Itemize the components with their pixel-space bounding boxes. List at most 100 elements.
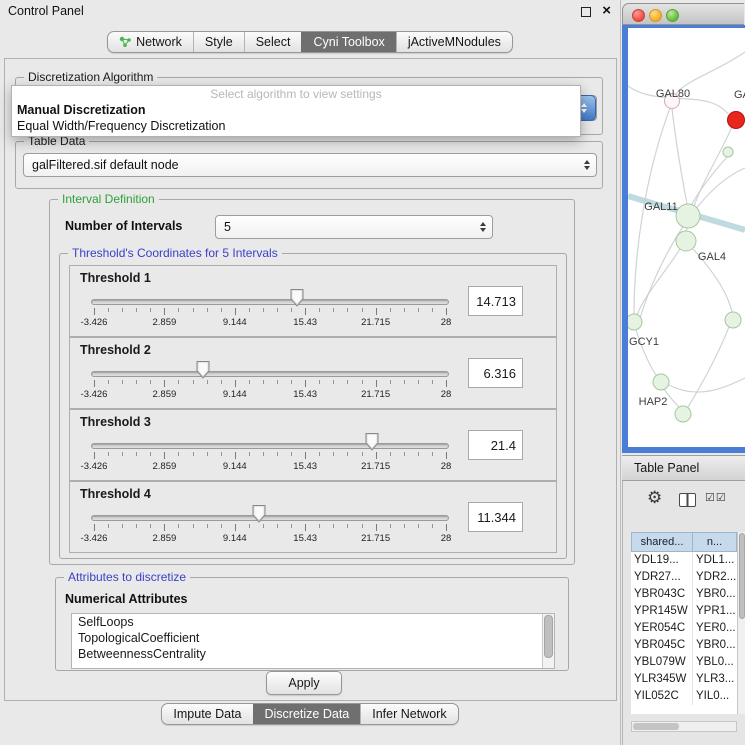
slider-tick (193, 452, 194, 456)
table-row[interactable]: YBR043CYBR0... (631, 586, 737, 603)
slider-tick (207, 452, 208, 456)
bottom-tab-discretize-data[interactable]: Discretize Data (253, 704, 361, 724)
slider-thumb[interactable] (365, 433, 379, 451)
tab-label: Discretize Data (265, 707, 350, 721)
network-node[interactable] (653, 374, 669, 390)
tab-style[interactable]: Style (193, 32, 244, 52)
table-row[interactable]: YDL19...YDL1... (631, 552, 737, 569)
slider-tick (362, 452, 363, 456)
scrollbar-thumb[interactable] (739, 533, 745, 619)
network-node[interactable] (628, 314, 642, 330)
column-header-shared-name[interactable]: shared... (631, 532, 693, 552)
slider-tick (333, 308, 334, 312)
list-scrollbar[interactable] (542, 614, 554, 668)
slider-tick-label: 2.859 (153, 389, 177, 400)
threshold-value-field[interactable]: 14.713 (468, 286, 523, 316)
attribute-items: SelfLoopsTopologicalCoefficientBetweenne… (72, 614, 554, 662)
column-header-name[interactable]: n... (693, 532, 737, 552)
slider-tick (291, 308, 292, 312)
slider-tick (362, 380, 363, 384)
slider-tick (249, 524, 250, 528)
columns-icon[interactable] (679, 493, 696, 507)
table-vertical-scrollbar[interactable] (737, 532, 745, 714)
slider-tick (249, 380, 250, 384)
checkbox-icons[interactable]: ☑☑ (705, 491, 727, 504)
group-title-discretization-algorithm: Discretization Algorithm (24, 70, 157, 84)
table-data-combobox[interactable]: galFiltered.sif default node (23, 153, 597, 177)
slider-tick (193, 380, 194, 384)
network-edge[interactable] (669, 378, 745, 392)
slider-tick (319, 308, 320, 312)
table-horizontal-scrollbar[interactable] (631, 721, 737, 732)
network-icon (119, 36, 132, 48)
slider-tick-label: 9.144 (223, 533, 247, 544)
mac-zoom-button[interactable] (666, 9, 679, 22)
cell-name: YIL0... (693, 688, 737, 705)
network-edge[interactable] (672, 109, 687, 204)
slider-thumb[interactable] (290, 289, 304, 307)
float-window-icon[interactable] (581, 7, 591, 17)
gear-icon[interactable]: ⚙ (647, 488, 662, 508)
table-row[interactable]: YLR345WYLR3... (631, 671, 737, 688)
table-row[interactable]: YPR145WYPR1... (631, 603, 737, 620)
attribute-item[interactable]: BetweennessCentrality (72, 646, 554, 662)
mac-close-button[interactable] (632, 9, 645, 22)
bottom-tab-infer-network[interactable]: Infer Network (360, 704, 457, 724)
attribute-item[interactable]: TopologicalCoefficient (72, 630, 554, 646)
slider-track[interactable] (91, 443, 449, 449)
slider-tick (150, 380, 151, 384)
network-node[interactable] (676, 204, 700, 228)
threshold-value-field[interactable]: 6.316 (468, 358, 523, 388)
network-edge[interactable] (688, 327, 729, 407)
slider-track[interactable] (91, 515, 449, 521)
combobox-stepper[interactable] (584, 154, 590, 176)
apply-button[interactable]: Apply (266, 671, 342, 695)
dropdown-item[interactable]: Manual Discretization (12, 102, 580, 118)
slider-tick-label: 28 (441, 533, 452, 544)
network-node[interactable] (728, 112, 745, 129)
tab-cyni-toolbox[interactable]: Cyni Toolbox (301, 32, 395, 52)
slider-tick-label: 9.144 (223, 461, 247, 472)
table-row[interactable]: YER054CYER0... (631, 620, 737, 637)
slider-track[interactable] (91, 299, 449, 305)
tab-select[interactable]: Select (244, 32, 302, 52)
table-row[interactable]: YDR27...YDR2... (631, 569, 737, 586)
table-row[interactable]: YIL052CYIL0... (631, 688, 737, 705)
combobox-stepper[interactable] (480, 216, 486, 238)
slider-tick (319, 524, 320, 528)
cell-name: YLR3... (693, 671, 737, 688)
close-icon[interactable]: × (602, 2, 611, 19)
slider-thumb[interactable] (252, 505, 266, 523)
number-of-intervals-combobox[interactable]: 5 (215, 215, 493, 239)
table-row[interactable]: YBL079WYBL0... (631, 654, 737, 671)
threshold-slider[interactable]: -3.4262.8599.14415.4321.71528 (94, 266, 446, 336)
dropdown-item[interactable]: Equal Width/Frequency Discretization (12, 118, 580, 134)
tab-label: Style (205, 35, 233, 49)
numerical-attributes-list[interactable]: SelfLoopsTopologicalCoefficientBetweenne… (71, 613, 555, 669)
threshold-value-field[interactable]: 11.344 (468, 502, 523, 532)
network-edge[interactable] (637, 249, 680, 315)
slider-tick (164, 308, 165, 315)
network-edge[interactable] (694, 127, 732, 207)
table-row[interactable]: YBR045CYBR0... (631, 637, 737, 654)
number-of-intervals-label: Number of Intervals (65, 219, 182, 233)
threshold-slider[interactable]: -3.4262.8599.14415.4321.71528 (94, 482, 446, 552)
threshold-value-field[interactable]: 21.4 (468, 430, 523, 460)
network-node[interactable] (675, 406, 691, 422)
tab-network[interactable]: Network (108, 32, 193, 52)
network-node[interactable] (723, 147, 733, 157)
threshold-slider[interactable]: -3.4262.8599.14415.4321.71528 (94, 410, 446, 480)
scrollbar-thumb[interactable] (633, 723, 679, 730)
table-panel: ⚙ ☑☑ shared... n... YDL19...YDL1...YDR27… (622, 481, 745, 745)
tab-jactivemnodules[interactable]: jActiveMNodules (396, 32, 512, 52)
threshold-slider[interactable]: -3.4262.8599.14415.4321.71528 (94, 338, 446, 408)
mac-minimize-button[interactable] (649, 9, 662, 22)
scrollbar-thumb[interactable] (544, 615, 553, 658)
slider-thumb[interactable] (196, 361, 210, 379)
slider-track[interactable] (91, 371, 449, 377)
network-node[interactable] (725, 312, 741, 328)
bottom-tab-impute-data[interactable]: Impute Data (162, 704, 252, 724)
network-canvas[interactable]: GAL80GAL11GAL4GCY1HAP2GA (628, 28, 745, 447)
attribute-item[interactable]: SelfLoops (72, 614, 554, 630)
network-node[interactable] (676, 231, 696, 251)
